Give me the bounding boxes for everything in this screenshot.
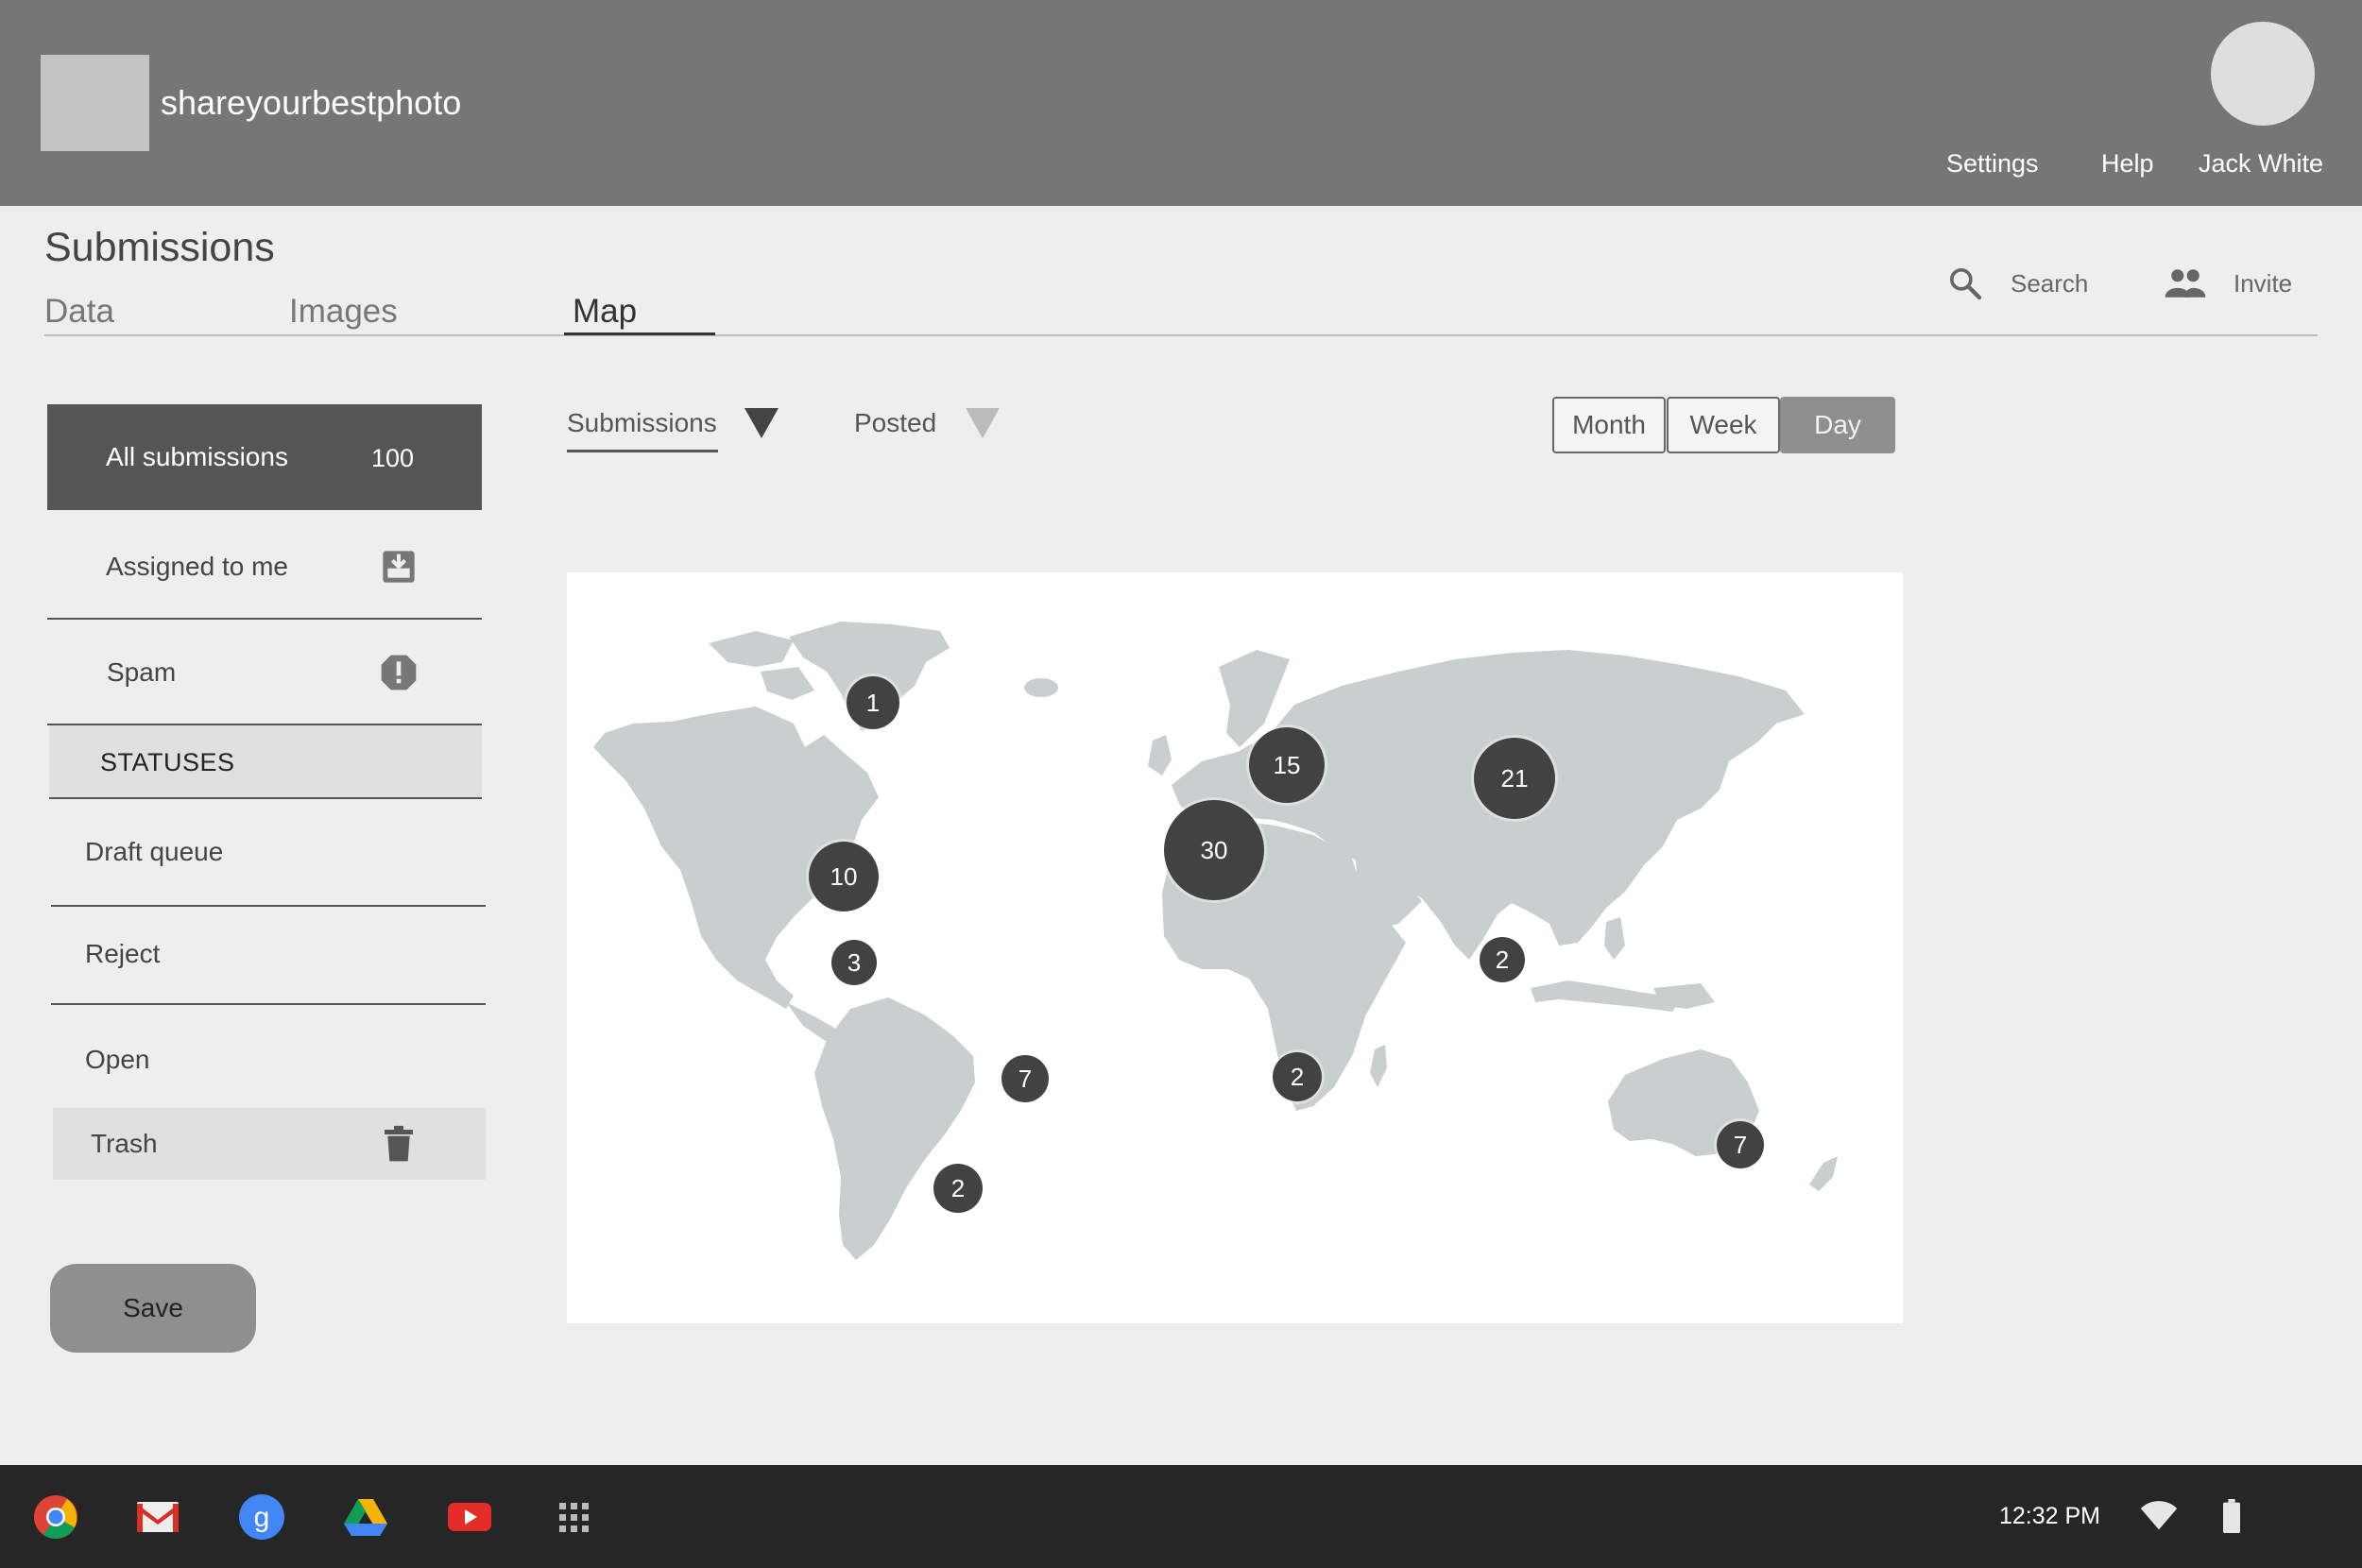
sidebar-item-draft-queue[interactable]: Draft queue <box>51 801 486 907</box>
statuses-header: STATUSES <box>49 725 482 799</box>
apps-grid-icon[interactable] <box>550 1493 597 1541</box>
site-name[interactable]: shareyourbestphoto <box>161 83 461 123</box>
world-map-land <box>593 622 1838 1260</box>
search-button[interactable]: Search <box>1946 263 2088 304</box>
trash-icon <box>385 1125 413 1162</box>
search-icon <box>1950 268 1982 300</box>
submissions-filter[interactable]: Submissions <box>567 408 717 438</box>
google-plus-icon[interactable]: g <box>238 1493 285 1541</box>
iceland-shape <box>1024 678 1058 697</box>
sidebar-item-reject[interactable]: Reject <box>51 907 486 1005</box>
new-zealand-shape <box>1809 1156 1838 1191</box>
new-guinea-shape <box>1653 983 1715 1009</box>
youtube-icon[interactable] <box>446 1493 493 1541</box>
madagascar-shape <box>1370 1045 1387 1087</box>
map-cluster-brazil[interactable]: 7 <box>1001 1055 1049 1102</box>
inbox-download-icon <box>383 551 415 583</box>
drive-icon[interactable] <box>342 1493 389 1541</box>
map-cluster-india[interactable]: 2 <box>1480 937 1525 982</box>
statuses-header-label: STATUSES <box>100 748 235 776</box>
philippines-shape <box>1604 917 1625 960</box>
sidebar-item-spam[interactable]: Spam <box>47 620 482 725</box>
map-cluster-argentina[interactable]: 2 <box>933 1164 983 1213</box>
arctic-islands-shape <box>709 631 794 667</box>
sidebar-item-open[interactable]: Open <box>51 1005 486 1107</box>
map-cluster-mexico[interactable]: 3 <box>831 940 877 985</box>
battery-icon[interactable] <box>2222 1499 2241 1533</box>
range-month-button[interactable]: Month <box>1552 397 1666 453</box>
map-cluster-australia[interactable]: 7 <box>1717 1121 1764 1168</box>
map-cluster-greenland[interactable]: 1 <box>847 676 899 729</box>
help-link[interactable]: Help <box>2101 149 2154 179</box>
settings-link[interactable]: Settings <box>1946 149 2039 179</box>
posted-filter[interactable]: Posted <box>854 408 936 438</box>
sidebar-item-label: Spam <box>107 657 177 687</box>
gmail-icon[interactable] <box>134 1493 181 1541</box>
uk-shape <box>1148 735 1172 775</box>
sidebar-item-label: Draft queue <box>85 837 224 866</box>
alert-octagon-icon <box>381 655 417 690</box>
sidebar-item-assigned[interactable]: Assigned to me <box>47 514 482 620</box>
sidebar-item-label: Assigned to me <box>106 552 288 581</box>
chrome-icon[interactable] <box>32 1493 79 1541</box>
submissions-count: 100 <box>370 444 414 472</box>
user-name-link[interactable]: Jack White <box>2199 149 2323 179</box>
os-taskbar: g 12:32 PM <box>0 1465 2362 1568</box>
user-avatar[interactable] <box>2211 22 2315 126</box>
system-clock[interactable]: 12:32 PM <box>1999 1503 2100 1530</box>
invite-label: Invite <box>2234 268 2293 298</box>
save-button[interactable]: Save <box>50 1264 256 1353</box>
range-week-button[interactable]: Week <box>1667 397 1780 453</box>
south-america-shape <box>814 997 975 1260</box>
sidebar-item-all-submissions[interactable]: All submissions 100 <box>47 404 482 510</box>
posted-dropdown-icon[interactable] <box>966 408 1000 438</box>
wifi-icon[interactable] <box>2140 1501 2178 1531</box>
arctic-islands-shape-2 <box>761 667 814 700</box>
invite-button[interactable]: Invite <box>2164 263 2292 304</box>
active-tab-indicator <box>564 332 715 335</box>
tab-data[interactable]: Data <box>44 293 114 331</box>
page-title: Submissions <box>44 225 275 270</box>
people-icon <box>2165 269 2206 298</box>
map-cluster-united-states[interactable]: 10 <box>809 842 879 912</box>
app-header: shareyourbestphoto Settings Help Jack Wh… <box>0 0 2362 206</box>
tab-map[interactable]: Map <box>573 293 637 331</box>
map-cluster-southern-africa[interactable]: 2 <box>1273 1052 1322 1101</box>
site-logo[interactable] <box>41 55 149 151</box>
tabs-divider <box>44 334 2318 336</box>
sidebar-item-label: Reject <box>85 939 161 968</box>
range-day-button[interactable]: Day <box>1780 397 1895 453</box>
sidebar-item-label: Open <box>85 1045 150 1074</box>
sidebar-item-label: Trash <box>91 1129 158 1158</box>
map-cluster-scandinavia[interactable]: 15 <box>1249 727 1325 803</box>
sidebar-item-trash[interactable]: Trash <box>53 1108 486 1180</box>
submissions-dropdown-icon[interactable] <box>745 408 779 438</box>
map-cluster-western-europe[interactable]: 30 <box>1164 800 1264 900</box>
svg-text:g: g <box>254 1502 270 1533</box>
map-cluster-russia[interactable]: 21 <box>1474 738 1555 819</box>
world-map[interactable]: 1 15 21 30 10 3 2 7 2 2 7 <box>567 572 1903 1323</box>
filter-underline <box>567 450 718 452</box>
search-label: Search <box>2011 268 2089 298</box>
tab-images[interactable]: Images <box>289 293 398 331</box>
sidebar-item-label: All submissions <box>106 442 288 471</box>
